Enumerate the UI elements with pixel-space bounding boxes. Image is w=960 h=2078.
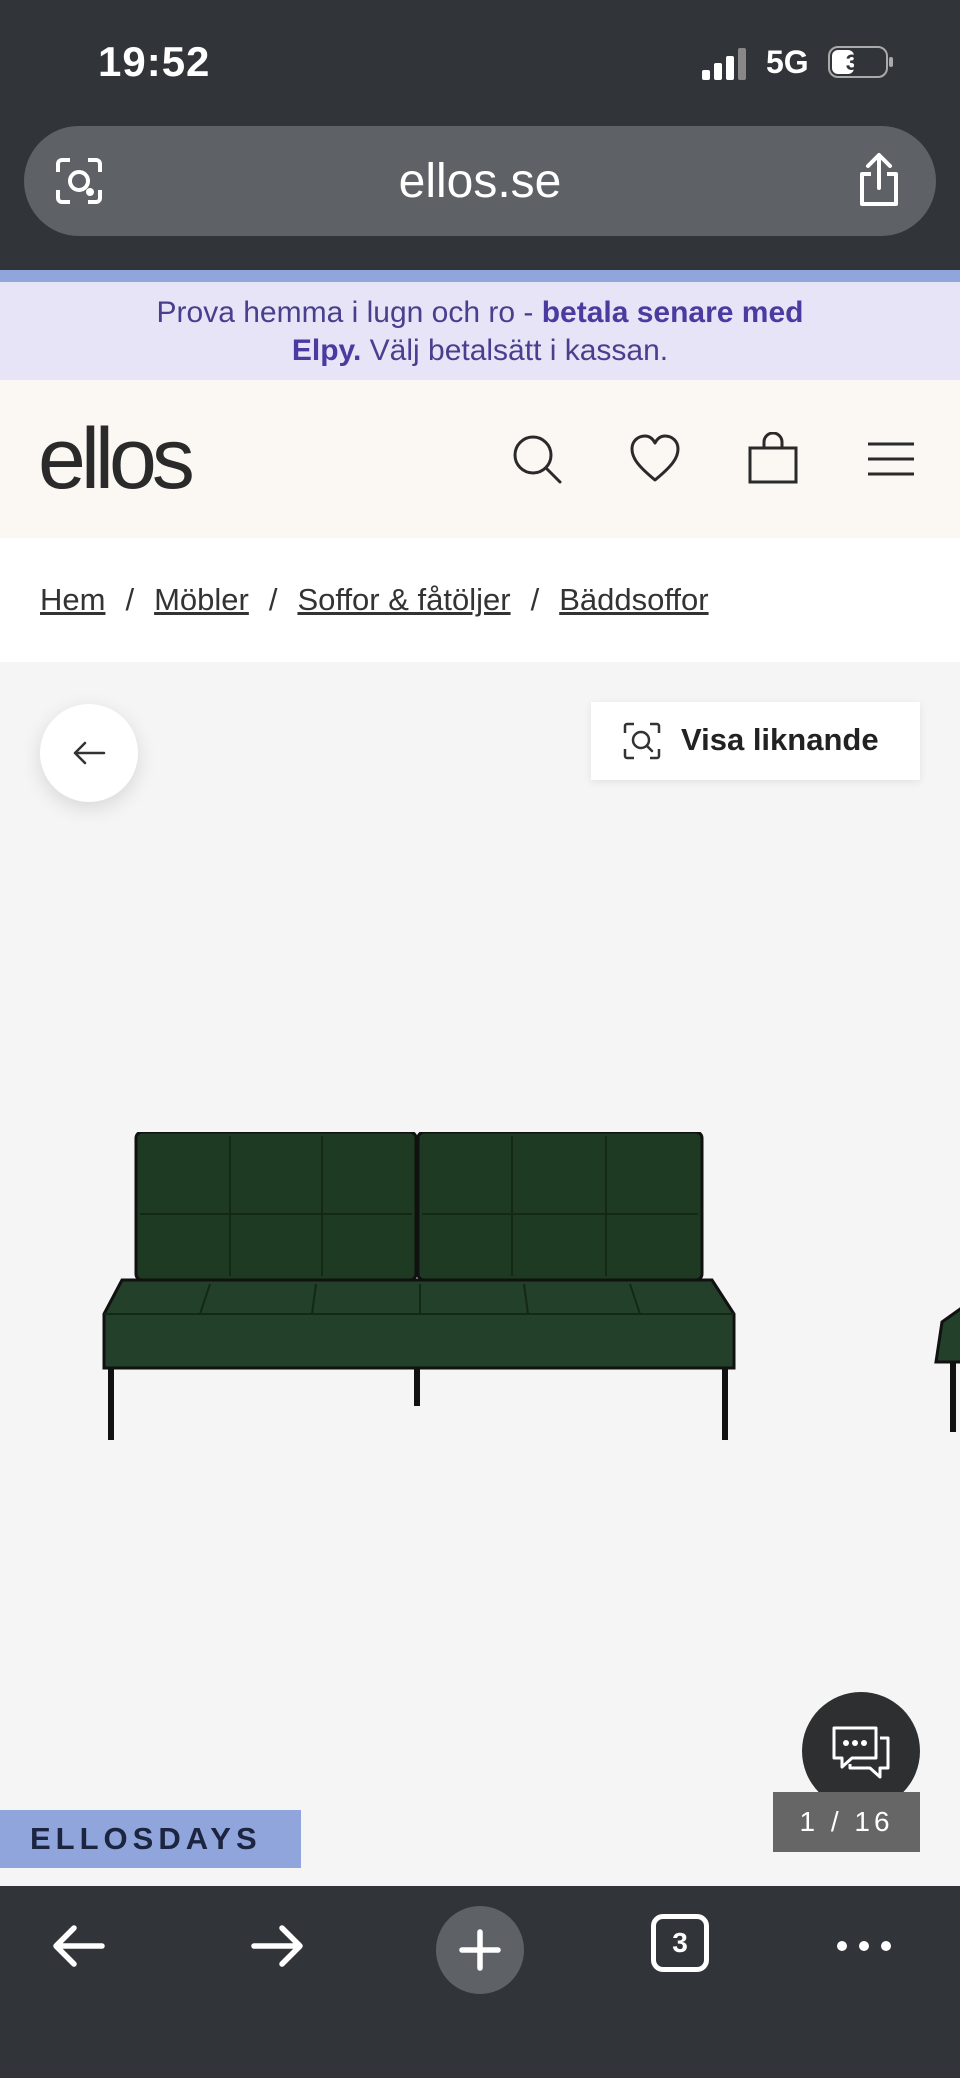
breadcrumb-separator: /: [125, 582, 135, 617]
menu-icon[interactable]: [864, 432, 918, 486]
forward-icon[interactable]: [248, 1916, 308, 1976]
url-text[interactable]: ellos.se: [24, 154, 936, 209]
promo-text-start: Prova hemma i lugn och ro -: [156, 296, 542, 329]
share-icon[interactable]: [854, 152, 904, 208]
breadcrumb-home[interactable]: Hem: [40, 582, 105, 617]
url-bar[interactable]: ellos.se: [24, 126, 936, 236]
image-pager: 1 / 16: [773, 1792, 920, 1852]
promo-accent: [0, 270, 960, 282]
back-icon[interactable]: [48, 1916, 108, 1976]
plus-icon: [459, 1929, 501, 1971]
heart-icon[interactable]: [628, 432, 682, 486]
status-time: 19:52: [98, 38, 211, 85]
signal-icon: [702, 48, 746, 80]
search-icon[interactable]: [510, 432, 564, 486]
visual-search-icon: [623, 722, 661, 760]
product-image-next-peek: [934, 1307, 960, 1432]
promo-text-end: Välj betalsätt i kassan.: [361, 334, 669, 367]
arrow-left-icon: [73, 741, 106, 765]
more-icon[interactable]: [834, 1916, 894, 1976]
breadcrumb-soffor[interactable]: Soffor & fåtöljer: [297, 582, 510, 617]
show-similar-label: Visa liknande: [681, 722, 879, 757]
site-header: ellos: [0, 380, 960, 538]
show-similar-button[interactable]: Visa liknande: [591, 702, 920, 780]
browser-toolbar: 3: [0, 1886, 960, 2078]
breadcrumb: Hem / Möbler / Soffor & fåtöljer / Bäddsoffor: [0, 538, 960, 662]
promo-bold-1: betala senare med: [541, 296, 804, 329]
promo-banner[interactable]: Prova hemma i lugn och ro - betala senar…: [0, 282, 960, 380]
tabs-button[interactable]: 3: [651, 1914, 709, 1972]
browser-top-chrome: 19:52 5G 37 ellos.se: [0, 0, 960, 270]
product-image-sofa[interactable]: [100, 1132, 740, 1452]
battery-level: 37: [846, 50, 870, 75]
breadcrumb-separator: /: [530, 582, 540, 617]
promo-bold-2: Elpy.: [291, 334, 362, 367]
ellos-logo[interactable]: ellos: [38, 410, 195, 509]
breadcrumb-baddsoffor[interactable]: Bäddsoffor: [559, 582, 708, 617]
new-tab-button[interactable]: [436, 1906, 524, 1994]
gallery-back-button[interactable]: [40, 704, 138, 802]
battery-icon: 37: [828, 46, 893, 78]
breadcrumb-mobler[interactable]: Möbler: [154, 582, 249, 617]
chat-icon: [832, 1726, 890, 1779]
product-gallery[interactable]: Visa liknande 1 / 16 ELLOSDAYS: [0, 662, 960, 1886]
bag-icon[interactable]: [746, 432, 800, 486]
campaign-badge: ELLOSDAYS: [0, 1810, 301, 1868]
network-label: 5G: [766, 44, 809, 80]
breadcrumb-separator: /: [268, 582, 278, 617]
